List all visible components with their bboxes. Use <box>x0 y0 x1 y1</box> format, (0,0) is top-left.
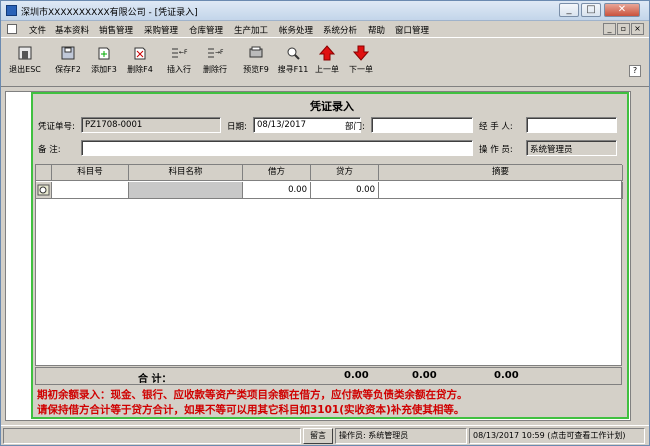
total-other: 0.00 <box>494 370 519 381</box>
add-button[interactable]: 添加F3 <box>87 41 121 85</box>
app-icon <box>6 5 17 16</box>
voucher-grid: 科目号 科目名称 借方 贷方 摘要 0.00 0.00 <box>35 164 623 366</box>
delete-icon <box>134 47 146 60</box>
column-header-code[interactable]: 科目号 <box>52 165 129 181</box>
column-header-summary[interactable]: 摘要 <box>379 165 623 181</box>
dept-label: 部门: <box>345 122 365 132</box>
delete-button[interactable]: 删除F4 <box>123 41 157 85</box>
cell-name[interactable] <box>129 182 243 199</box>
voucher-no-label: 凭证单号: <box>38 122 75 132</box>
menu-warehouse[interactable]: 仓库管理 <box>189 24 223 36</box>
exit-icon <box>18 46 32 60</box>
close-button[interactable]: ✕ <box>604 3 640 17</box>
operator-label: 操 作 员: <box>479 145 513 155</box>
note-line-2: 请保持借方合计等于贷方合计，如果不等可以用其它科目如3101(实收资本)补充使其… <box>37 404 465 416</box>
status-datetime[interactable]: 08/13/2017 10:59 (点击可查看工作计划) <box>469 428 645 444</box>
cell-code[interactable] <box>52 182 129 199</box>
remark-field[interactable] <box>81 140 473 156</box>
delete-row-icon: →F7 <box>208 48 224 58</box>
total-credit: 0.00 <box>412 370 437 381</box>
menu-purchase[interactable]: 采购管理 <box>144 24 178 36</box>
menu-sales[interactable]: 销售管理 <box>99 24 133 36</box>
handler-field[interactable] <box>526 117 617 133</box>
menu-accounting[interactable]: 帐务处理 <box>279 24 313 36</box>
toolbar: 退出ESC 保存F2 添加F3 删除F4 ←F6 插入行 →F7 删除行 预览F… <box>1 39 649 87</box>
search-button[interactable]: 搜寻F11 <box>275 41 311 85</box>
menu-production[interactable]: 生产加工 <box>234 24 268 36</box>
leave-message-button[interactable]: 留言 <box>303 428 333 444</box>
menu-bar: 文件 基本资料 销售管理 采购管理 仓库管理 生产加工 帐务处理 系统分析 帮助… <box>1 21 649 38</box>
status-operator: 操作员: 系统管理员 <box>335 428 467 444</box>
lookup-icon[interactable] <box>37 183 51 197</box>
preview-icon <box>249 46 263 58</box>
menu-file[interactable]: 文件 <box>29 24 46 36</box>
mdi-minimize-button[interactable]: _ <box>603 23 616 35</box>
totals-row: 合 计： 0.00 0.00 0.00 <box>35 367 622 385</box>
minimize-button[interactable]: _ <box>559 3 579 17</box>
mdi-restore-button[interactable]: ▫ <box>617 23 630 35</box>
grid-row-header <box>36 165 52 181</box>
cell-summary[interactable] <box>379 182 623 199</box>
previous-voucher-button[interactable]: 上一单 <box>313 41 341 85</box>
arrow-down-icon <box>352 45 370 61</box>
cell-debit[interactable]: 0.00 <box>243 182 311 199</box>
status-empty-pane <box>3 428 301 444</box>
menu-help[interactable]: 帮助 <box>368 24 385 36</box>
document-icon[interactable] <box>7 24 17 34</box>
handler-label: 经 手 人: <box>479 122 513 132</box>
date-label: 日期: <box>227 122 247 132</box>
column-header-debit[interactable]: 借方 <box>243 165 311 181</box>
delete-row-button[interactable]: →F7 删除行 <box>199 41 231 85</box>
column-header-credit[interactable]: 贷方 <box>311 165 379 181</box>
totals-label: 合 计： <box>138 374 172 385</box>
maximize-button[interactable]: □ <box>581 3 601 17</box>
help-cursor-icon[interactable]: ? <box>629 65 641 77</box>
status-bar: 留言 操作员: 系统管理员 08/13/2017 10:59 (点击可查看工作计… <box>1 425 649 445</box>
add-icon <box>98 47 110 60</box>
app-window: 深圳市XXXXXXXXXX有限公司 - [凭证录入] _ □ ✕ 文件 基本资料… <box>0 0 650 446</box>
exit-button[interactable]: 退出ESC <box>7 41 43 85</box>
arrow-up-icon <box>318 45 336 61</box>
form-title: 凭证录入 <box>310 100 354 113</box>
insert-row-button[interactable]: ←F6 插入行 <box>163 41 195 85</box>
voucher-no-field[interactable]: PZ1708-0001 <box>81 117 221 133</box>
title-bar: 深圳市XXXXXXXXXX有限公司 - [凭证录入] _ □ ✕ <box>1 1 649 21</box>
svg-text:←F6: ←F6 <box>179 49 188 56</box>
menu-window[interactable]: 窗口管理 <box>395 24 429 36</box>
next-voucher-button[interactable]: 下一单 <box>347 41 375 85</box>
search-icon <box>287 47 300 60</box>
note-line-1: 期初余额录入：现金、银行、应收款等资产类项目余额在借方，应付款等负债类余额在贷方… <box>37 389 468 401</box>
svg-text:→F7: →F7 <box>215 49 224 56</box>
save-icon <box>61 46 75 60</box>
cell-credit[interactable]: 0.00 <box>311 182 379 199</box>
preview-button[interactable]: 预览F9 <box>239 41 273 85</box>
remark-label: 备 注: <box>38 145 61 155</box>
mdi-close-button[interactable]: × <box>631 23 644 35</box>
row-selector[interactable] <box>36 182 52 199</box>
total-debit: 0.00 <box>344 370 369 381</box>
operator-field: 系统管理员 <box>526 140 617 156</box>
save-button[interactable]: 保存F2 <box>51 41 85 85</box>
menu-basic-data[interactable]: 基本资料 <box>55 24 89 36</box>
window-title: 深圳市XXXXXXXXXX有限公司 - [凭证录入] <box>21 8 198 18</box>
insert-row-icon: ←F6 <box>172 48 188 58</box>
column-header-name[interactable]: 科目名称 <box>129 165 243 181</box>
menu-analysis[interactable]: 系统分析 <box>323 24 357 36</box>
dept-field[interactable] <box>371 117 473 133</box>
